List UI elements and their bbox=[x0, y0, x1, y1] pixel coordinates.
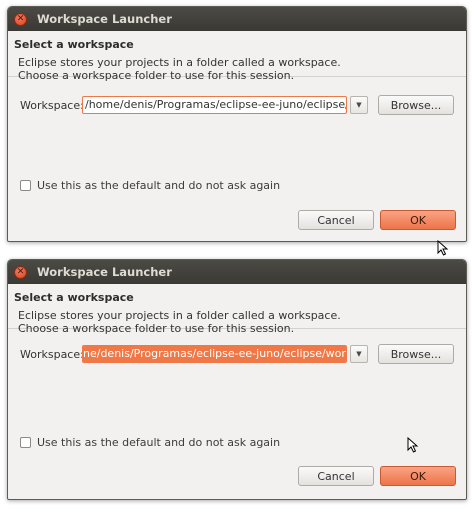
cancel-button[interactable]: Cancel bbox=[298, 210, 374, 230]
header-title: Select a workspace bbox=[14, 38, 134, 51]
workspace-combo: /home/denis/Programas/eclipse-ee-juno/ec… bbox=[82, 95, 368, 115]
default-checkbox[interactable] bbox=[20, 180, 31, 191]
description-line-1: Eclipse stores your projects in a folder… bbox=[18, 56, 341, 69]
checkbox-label[interactable]: Use this as the default and do not ask a… bbox=[37, 179, 280, 192]
ok-button[interactable]: OK bbox=[380, 210, 456, 230]
default-checkbox-row: Use this as the default and do not ask a… bbox=[20, 179, 280, 192]
workspace-launcher-dialog: ✕ Workspace Launcher Select a workspace … bbox=[7, 6, 467, 242]
default-checkbox-row: Use this as the default and do not ask a… bbox=[20, 436, 280, 449]
workspace-input[interactable]: ne/denis/Programas/eclipse-ee-juno/eclip… bbox=[82, 345, 347, 363]
close-icon[interactable]: ✕ bbox=[14, 12, 27, 26]
workspace-launcher-dialog: ✕ Workspace Launcher Select a workspace … bbox=[7, 259, 467, 500]
workspace-label: Workspace: bbox=[20, 347, 84, 361]
description-line-2: Choose a workspace folder to use for thi… bbox=[18, 322, 295, 335]
workspace-label: Workspace: bbox=[20, 98, 84, 112]
selected-text: ne/denis/Programas/eclipse-ee-juno/eclip… bbox=[83, 346, 346, 362]
dialog-actions: Cancel OK bbox=[298, 466, 456, 486]
description-line-1: Eclipse stores your projects in a folder… bbox=[18, 309, 341, 322]
default-checkbox[interactable] bbox=[20, 437, 31, 448]
workspace-row: Workspace: /home/denis/Programas/eclipse… bbox=[20, 95, 454, 115]
chevron-down-icon[interactable]: ▼ bbox=[350, 345, 368, 363]
mouse-pointer-icon bbox=[437, 240, 449, 256]
dialog-header: Select a workspace Eclipse stores your p… bbox=[8, 284, 466, 335]
chevron-down-icon[interactable]: ▼ bbox=[350, 96, 368, 114]
workspace-input[interactable]: /home/denis/Programas/eclipse-ee-juno/ec… bbox=[82, 96, 347, 114]
cancel-button[interactable]: Cancel bbox=[298, 466, 374, 486]
ok-button[interactable]: OK bbox=[380, 466, 456, 486]
description-line-2: Choose a workspace folder to use for thi… bbox=[18, 69, 295, 82]
browse-button[interactable]: Browse... bbox=[378, 95, 454, 115]
title-bar: ✕ Workspace Launcher bbox=[8, 260, 466, 284]
checkbox-label[interactable]: Use this as the default and do not ask a… bbox=[37, 436, 280, 449]
browse-button[interactable]: Browse... bbox=[378, 344, 454, 364]
window-title: Workspace Launcher bbox=[37, 265, 172, 279]
header-title: Select a workspace bbox=[14, 291, 134, 304]
window-title: Workspace Launcher bbox=[37, 12, 172, 26]
dialog-actions: Cancel OK bbox=[298, 210, 456, 230]
title-bar: ✕ Workspace Launcher bbox=[8, 7, 466, 31]
mouse-pointer-icon bbox=[407, 437, 419, 453]
dialog-header: Select a workspace Eclipse stores your p… bbox=[8, 31, 466, 82]
workspace-combo: ne/denis/Programas/eclipse-ee-juno/eclip… bbox=[82, 344, 368, 364]
workspace-row: Workspace: ne/denis/Programas/eclipse-ee… bbox=[20, 344, 454, 364]
close-icon[interactable]: ✕ bbox=[14, 265, 27, 279]
